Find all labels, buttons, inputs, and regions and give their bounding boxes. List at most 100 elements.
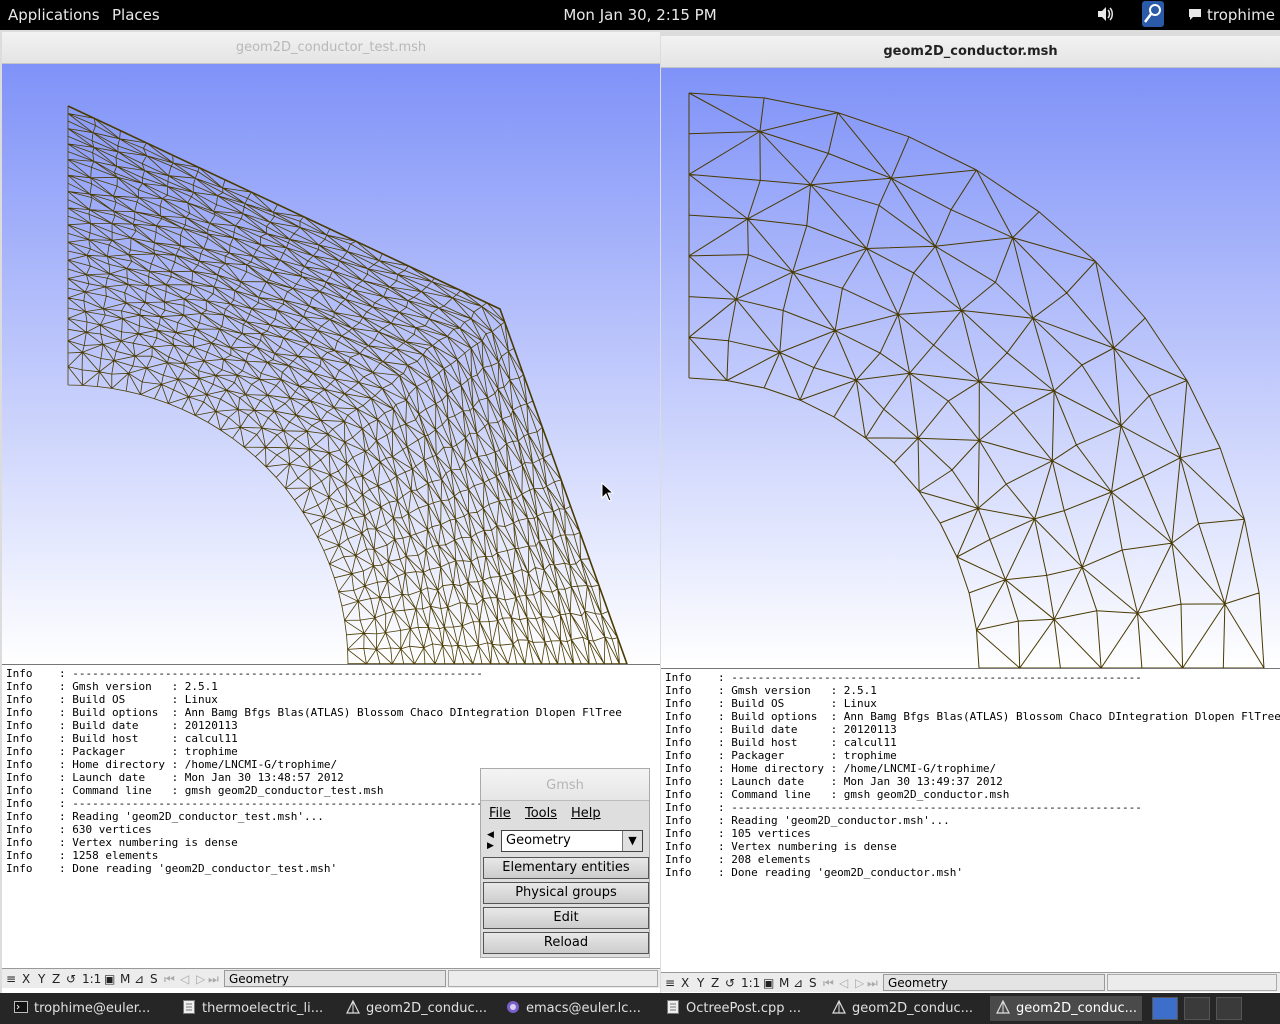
prev-step-icon[interactable]: ◁ (180, 972, 189, 986)
play-icon[interactable]: ▷ (855, 976, 864, 990)
console-line: Info : Build host : calcul11 (6, 732, 238, 745)
places-menu[interactable]: Places (112, 6, 160, 24)
last-step-icon[interactable]: ⏭ (867, 976, 878, 991)
workspace-1-button[interactable] (1152, 997, 1178, 1020)
mouse-cursor-icon (601, 482, 615, 502)
applications-menu[interactable]: Applications (8, 6, 100, 24)
console-line: Info : Vertex numbering is dense (665, 840, 897, 853)
mesh-view[interactable] (661, 68, 1280, 668)
console-line: Info : ---------------------------------… (665, 801, 1142, 814)
emacs-icon (506, 998, 520, 1013)
mesh-button[interactable]: M (120, 972, 130, 986)
select-icon[interactable]: ⊿ (134, 972, 144, 986)
console-line: Info : ---------------------------------… (665, 671, 1142, 684)
view-x-button[interactable]: X (22, 972, 30, 986)
solver-button[interactable]: S (809, 976, 817, 990)
view-z-button[interactable]: Z (52, 972, 60, 986)
view-y-button[interactable]: Y (697, 976, 704, 990)
graphics-canvas[interactable] (661, 68, 1280, 668)
clock[interactable]: Mon Jan 30, 2:15 PM (0, 6, 1280, 24)
taskbar-item[interactable]: thermoelectric_li... (176, 996, 334, 1021)
mesh-edges (688, 92, 1265, 668)
volume-icon[interactable] (1096, 5, 1114, 27)
panel-title[interactable]: Gmsh (481, 769, 649, 801)
module-select[interactable]: Geometry ▼ (501, 830, 643, 852)
menu-toggle-icon[interactable]: ≡ (665, 976, 675, 990)
status-bar: ≡ X Y Z ↺ 1:1 ▣ M ⊿ S ⏮ ◁ ▷ ⏭ Geometry (661, 972, 1280, 992)
console-line: Info : 208 elements (665, 853, 811, 866)
workspace-3-button[interactable] (1216, 997, 1242, 1020)
taskbar-item[interactable]: geom2D_conduc... (826, 996, 976, 1021)
workspace-2-button[interactable] (1184, 997, 1210, 1020)
view-y-button[interactable]: Y (38, 972, 45, 986)
last-step-icon[interactable]: ⏭ (208, 972, 219, 987)
mesh-view[interactable] (2, 64, 660, 664)
prev-step-icon[interactable]: ◁ (839, 976, 848, 990)
taskbar-item-label: thermoelectric_li... (202, 1001, 324, 1016)
message-console[interactable]: Info : ---------------------------------… (661, 668, 1280, 976)
rotate-icon[interactable]: ↺ (66, 972, 76, 986)
physical-groups-button[interactable]: Physical groups (483, 882, 649, 904)
module-nav-arrows[interactable]: ◀ ▶ (487, 830, 494, 852)
reload-button[interactable]: Reload (483, 932, 649, 954)
console-line: Info : Build OS : Linux (6, 693, 218, 706)
mesh-boundary (67, 105, 628, 664)
user-menu[interactable]: trophime (1207, 6, 1275, 24)
console-line: Info : Launch date : Mon Jan 30 13:49:37… (665, 775, 1003, 788)
console-line: Info : Gmsh version : 2.5.1 (6, 680, 218, 693)
gmsh-icon (832, 998, 846, 1014)
console-line: Info : Home directory : /home/LNCMI-G/tr… (665, 762, 997, 775)
network-icon[interactable] (1140, 0, 1166, 32)
taskbar-item[interactable]: trophime@euler... (8, 996, 168, 1021)
taskbar-item[interactable]: OctreePost.cpp ... (660, 996, 816, 1021)
file-menu[interactable]: File (489, 806, 511, 821)
ortho-icon[interactable]: ▣ (763, 976, 774, 990)
right-gmsh-window: geom2D_conductor.msh Info : ------------… (661, 36, 1280, 993)
ortho-icon[interactable]: ▣ (104, 972, 115, 986)
console-line: Info : Build date : 20120113 (6, 719, 238, 732)
taskbar-item[interactable]: geom2D_conduc... (340, 996, 492, 1021)
chat-icon[interactable] (1188, 7, 1202, 25)
status-module-field: Geometry (224, 970, 446, 987)
console-line: Info : Build date : 20120113 (665, 723, 897, 736)
console-line: Info : Build options : Ann Bamg Bfgs Bla… (665, 710, 1280, 723)
top-panel: Applications Places Mon Jan 30, 2:15 PM … (0, 0, 1280, 30)
chevron-down-icon[interactable]: ▼ (622, 831, 642, 851)
taskbar-item-label: geom2D_conduc... (852, 1001, 974, 1016)
view-z-button[interactable]: Z (711, 976, 719, 990)
status-module-field: Geometry (883, 974, 1105, 991)
scale-button[interactable]: 1:1 (741, 976, 760, 990)
help-menu[interactable]: Help (571, 806, 601, 821)
rotate-icon[interactable]: ↺ (725, 976, 735, 990)
console-line: Info : Done reading 'geom2D_conductor.ms… (665, 866, 964, 879)
console-line: Info : ---------------------------------… (6, 667, 483, 680)
taskbar-item[interactable]: emacs@euler.lc... (500, 996, 650, 1021)
tools-menu[interactable]: Tools (525, 806, 557, 821)
window-title[interactable]: geom2D_conductor_test.msh (2, 32, 660, 64)
gmsh-menu-window: Gmsh File Tools Help ◀ ▶ Geometry ▼ Eleme… (480, 768, 650, 958)
first-step-icon[interactable]: ⏮ (823, 976, 834, 991)
document-icon (666, 998, 680, 1014)
mesh-button[interactable]: M (779, 976, 789, 990)
view-x-button[interactable]: X (681, 976, 689, 990)
console-line: Info : Packager : trophime (6, 745, 238, 758)
taskbar-item-label: geom2D_conduc... (1016, 1001, 1138, 1016)
graphics-canvas[interactable] (2, 64, 660, 664)
status-message-field (448, 970, 658, 987)
taskbar-item[interactable]: geom2D_conduc... (990, 996, 1142, 1021)
console-line: Info : Command line : gmsh geom2D_conduc… (665, 788, 1010, 801)
console-line: Info : Build host : calcul11 (665, 736, 897, 749)
gmsh-icon (996, 998, 1010, 1014)
status-message-field (1107, 974, 1277, 991)
mesh-edges (67, 105, 628, 664)
select-icon[interactable]: ⊿ (793, 976, 803, 990)
console-line: Info : Packager : trophime (665, 749, 897, 762)
window-title[interactable]: geom2D_conductor.msh (661, 36, 1280, 68)
edit-button[interactable]: Edit (483, 907, 649, 929)
elementary-entities-button[interactable]: Elementary entities (483, 857, 649, 879)
play-icon[interactable]: ▷ (196, 972, 205, 986)
first-step-icon[interactable]: ⏮ (164, 972, 175, 987)
menu-toggle-icon[interactable]: ≡ (6, 972, 16, 986)
solver-button[interactable]: S (150, 972, 158, 986)
scale-button[interactable]: 1:1 (82, 972, 101, 986)
